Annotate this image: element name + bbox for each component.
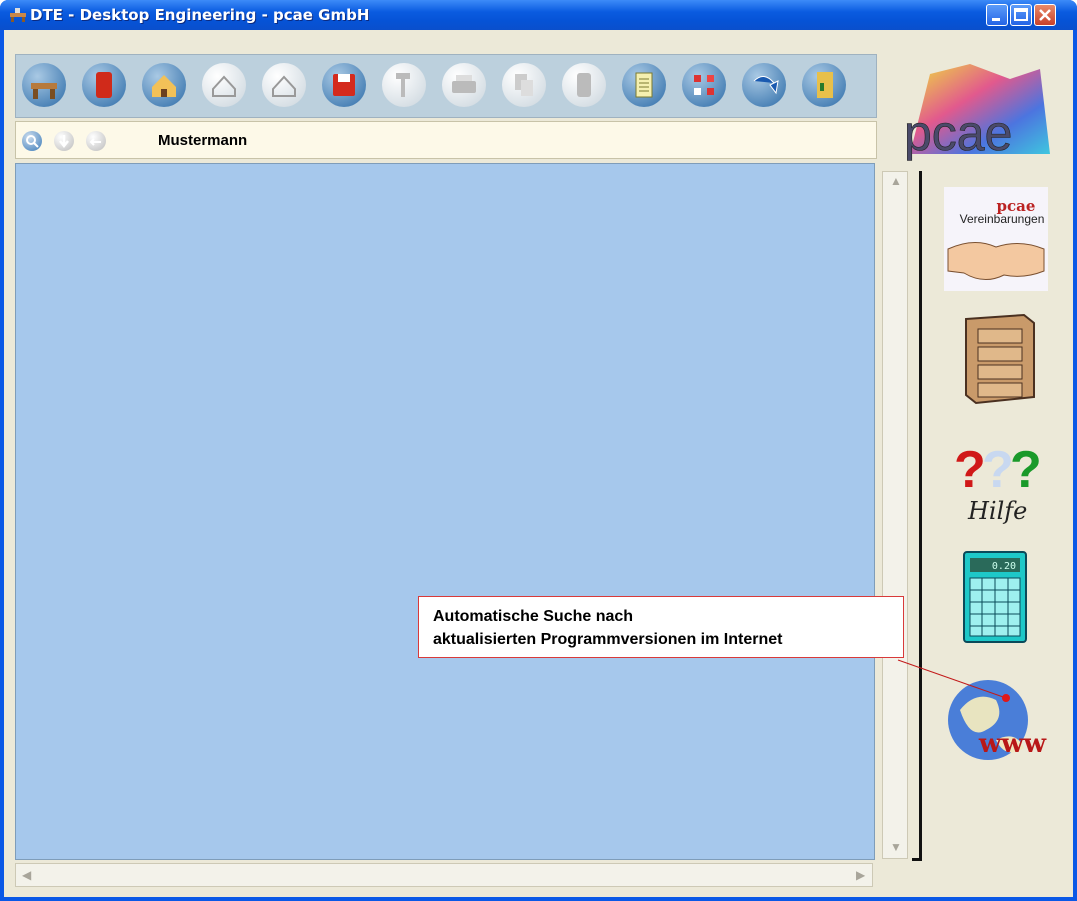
scroll-down-arrow-icon[interactable]: ▼	[890, 840, 902, 854]
desk-icon	[10, 8, 26, 22]
agreements-button[interactable]: pcae Vereinbarungen	[944, 187, 1048, 291]
title-bar[interactable]: DTE - Desktop Engineering - pcae GmbH	[0, 0, 1077, 30]
maximize-button[interactable]	[1010, 4, 1032, 26]
tooltip-pointer-line	[897, 659, 1010, 702]
cylinder-icon[interactable]	[562, 63, 606, 107]
return-icon[interactable]	[86, 131, 106, 151]
copy-icon[interactable]	[502, 63, 546, 107]
vertical-scrollbar[interactable]: ▲ ▼	[882, 171, 908, 859]
tooltip-text: Automatische Suche nach aktualisierten P…	[433, 605, 782, 651]
update-tooltip: Automatische Suche nach aktualisierten P…	[418, 596, 904, 658]
arrow-down-icon[interactable]	[54, 131, 74, 151]
sidebar-divider-foot	[912, 858, 922, 861]
file-cabinet-button[interactable]	[956, 311, 1038, 407]
www-label: www	[978, 729, 1047, 759]
minimize-icon	[992, 18, 1000, 21]
agreements-label: Vereinbarungen	[960, 212, 1045, 226]
search-bar: Mustermann	[15, 121, 877, 159]
handshake-icon: pcae Vereinbarungen	[944, 187, 1048, 291]
svg-text:?: ?	[954, 441, 986, 499]
help-question-icon: ? ? ? Hilfe	[954, 441, 1042, 525]
floppy-disk-icon[interactable]	[322, 63, 366, 107]
pcae-logo-graphic: pcae	[904, 64, 1050, 161]
desk-icon[interactable]	[22, 63, 66, 107]
scroll-right-arrow-icon[interactable]: ▶	[856, 868, 865, 882]
main-toolbar	[15, 54, 877, 118]
pcae-logo[interactable]: pcae	[900, 54, 1056, 164]
minimize-button[interactable]	[986, 4, 1008, 26]
sidebar-divider	[919, 171, 922, 861]
undo-arrow-icon[interactable]	[742, 63, 786, 107]
window-title: DTE - Desktop Engineering - pcae GmbH	[30, 6, 370, 24]
client-area: Mustermann ▲ ▼ ◀ ▶ pcae pcae Vereinbarun…	[4, 30, 1073, 897]
tooltip-line-2: aktualisierten Programmversionen im Inte…	[433, 631, 783, 648]
tooltip-line-1: Automatische Suche nach	[433, 608, 634, 625]
scroll-up-arrow-icon[interactable]: ▲	[890, 174, 902, 188]
scroll-left-arrow-icon[interactable]: ◀	[22, 868, 31, 882]
house-outline-icon[interactable]	[202, 63, 246, 107]
app-window: DTE - Desktop Engineering - pcae GmbH Mu…	[0, 0, 1077, 901]
calculator-button[interactable]: 0.20	[962, 550, 1028, 644]
search-icon[interactable]	[22, 131, 42, 151]
house-icon[interactable]	[142, 63, 186, 107]
help-button[interactable]: ? ? ? Hilfe	[948, 435, 1048, 527]
help-label: Hilfe	[967, 497, 1027, 525]
binder-icon[interactable]	[82, 63, 126, 107]
calculator-icon: 0.20	[963, 551, 1027, 643]
svg-text:?: ?	[982, 441, 1014, 499]
house-outline-2-icon[interactable]	[262, 63, 306, 107]
pcae-logo-text: pcae	[904, 105, 1012, 161]
calculator-display: 0.20	[992, 561, 1016, 572]
file-cabinet-icon	[965, 313, 1035, 405]
notepad-icon[interactable]	[622, 63, 666, 107]
close-button[interactable]	[1034, 4, 1056, 26]
printer-icon[interactable]	[442, 63, 486, 107]
main-workspace	[15, 163, 875, 860]
search-name-label: Mustermann	[158, 132, 248, 149]
network-icon[interactable]	[682, 63, 726, 107]
close-icon	[1039, 9, 1051, 21]
hammer-icon[interactable]	[382, 63, 426, 107]
horizontal-scrollbar[interactable]: ◀ ▶	[15, 863, 873, 887]
exit-door-icon[interactable]	[802, 63, 846, 107]
maximize-icon	[1014, 8, 1028, 21]
svg-text:?: ?	[1010, 441, 1042, 499]
